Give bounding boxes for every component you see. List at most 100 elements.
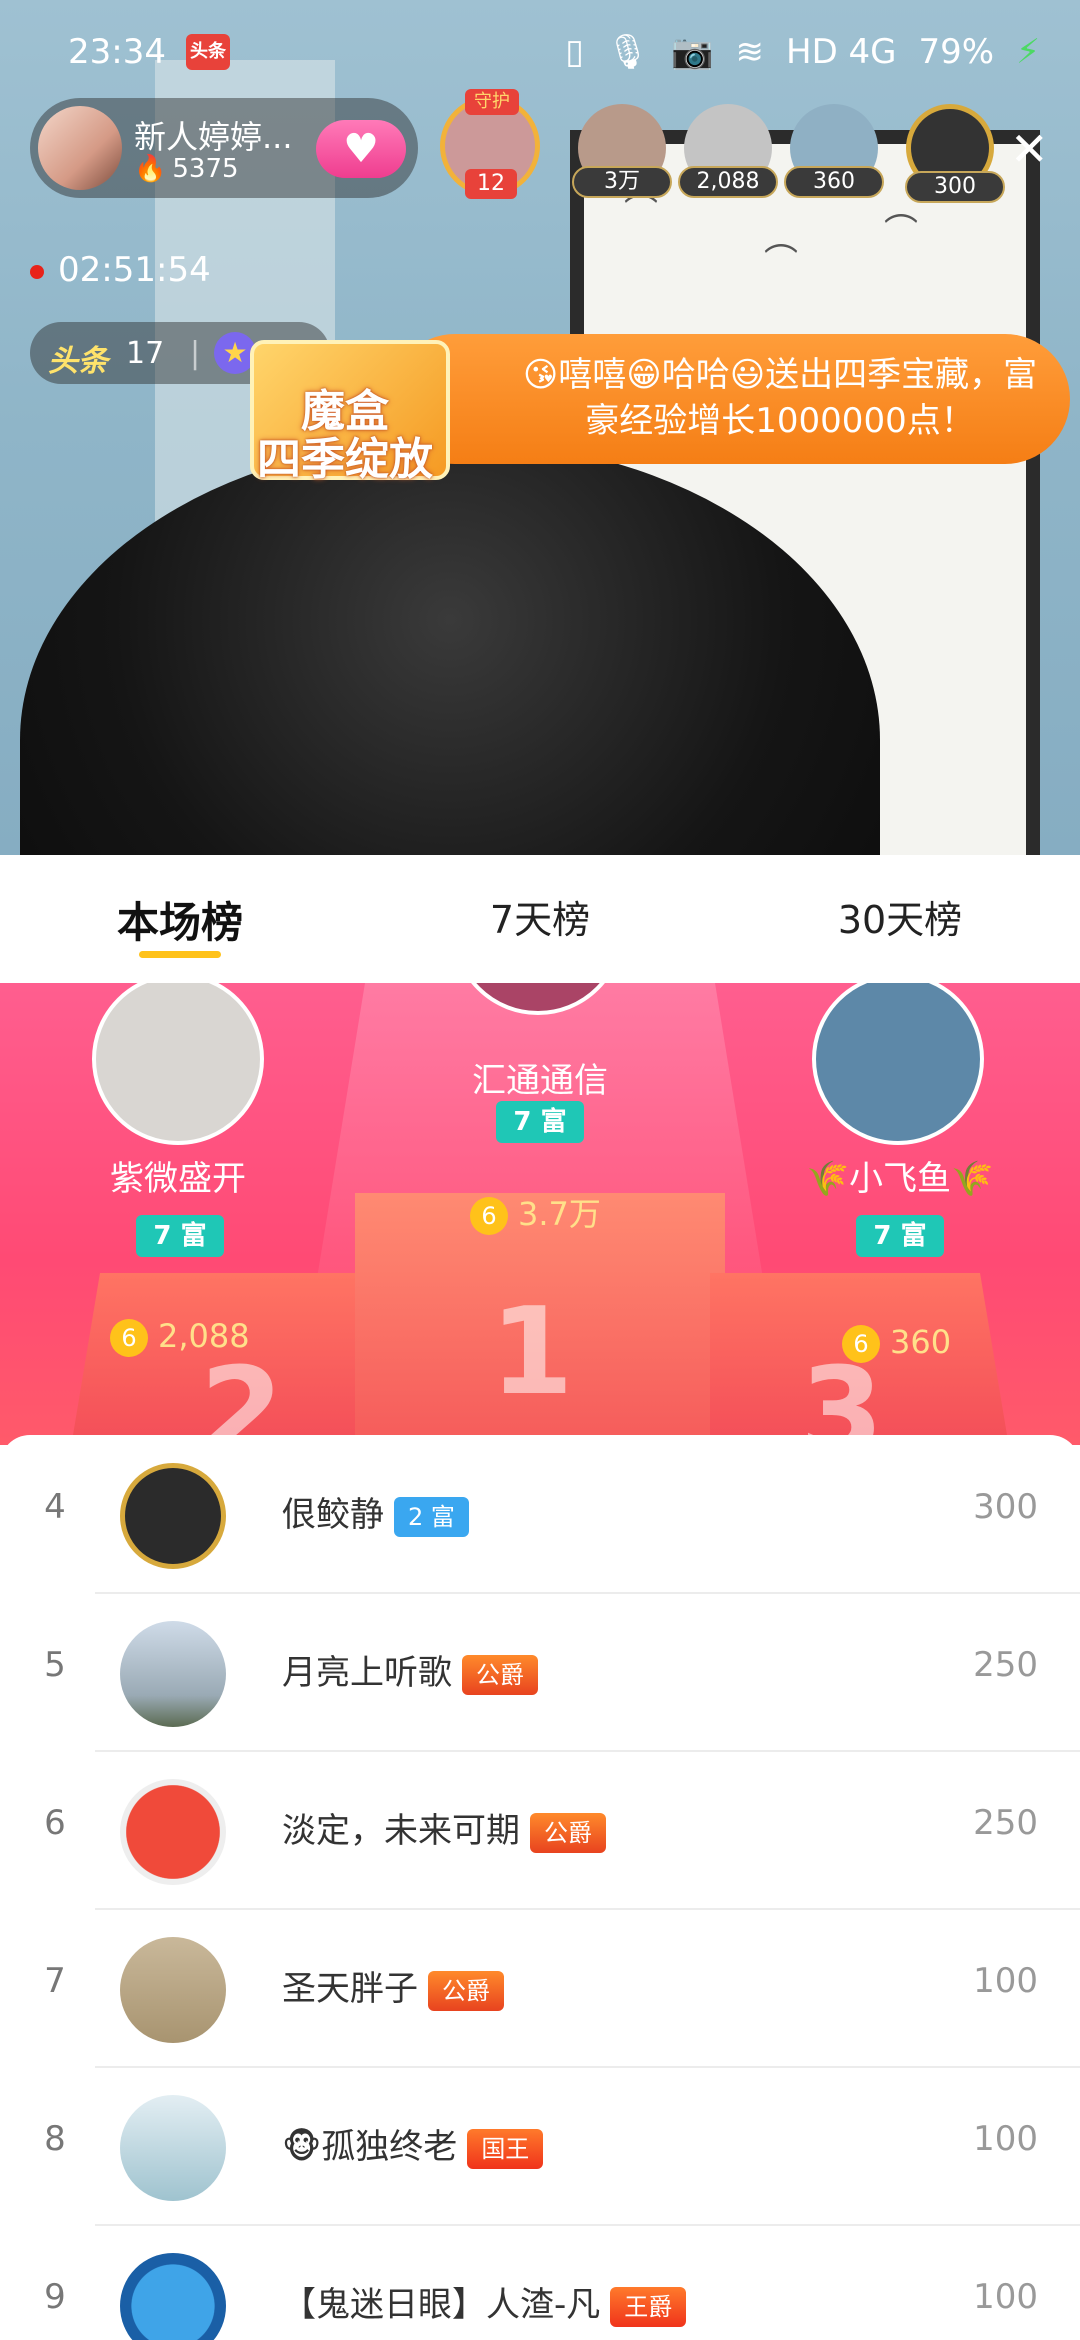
viewer-count: 2,088 — [678, 166, 778, 198]
host-fans-count: 5375 — [172, 154, 239, 184]
system-icons: ▯ 🎙 📷 ≋ HD 4G 79% ⚡ — [565, 32, 1040, 72]
list-item[interactable]: 7 圣天胖子 公爵 100 — [0, 1909, 1080, 2068]
second-place-name: 紫微盛开 — [110, 1159, 246, 1199]
third-place-badge: 7 富 — [856, 1215, 944, 1257]
first-place-score: 6 3.7万 — [470, 1189, 601, 1235]
guard-avatar[interactable]: 守护 12 — [440, 89, 540, 199]
second-place-score: 6 2,088 — [110, 1317, 250, 1357]
viewer-count: 300 — [905, 171, 1005, 203]
viewer-avatar[interactable]: 2,088 — [678, 104, 778, 198]
third-place-name: 🌾小飞鱼🌾 — [806, 1159, 994, 1199]
rich-badge: 2 富 — [394, 1496, 469, 1537]
ranking-list: 4 佷鲛静 2 富 300 5 月亮上听歌 公爵 250 6 淡定，未来可期 公爵 2… — [0, 1435, 1080, 2340]
rank-number: 4 — [44, 1487, 66, 1527]
host-name: 新人婷婷... — [134, 118, 293, 156]
user-avatar[interactable] — [120, 1937, 226, 2043]
second-place-avatar[interactable] — [92, 983, 264, 1145]
user-name: 佷鲛静 2 富 — [282, 1487, 469, 1537]
top-three-podium: 2 1 3 汇通通信 7 富 6 3.7万 紫微盛开 7 富 6 2,088 🌾小飞… — [0, 983, 1080, 1445]
viewer-avatar[interactable]: 3万 — [572, 104, 672, 198]
list-item[interactable]: 4 佷鲛静 2 富 300 — [0, 1435, 1080, 1594]
user-score: 250 — [973, 1803, 1038, 1843]
duke-badge: 公爵 — [428, 1970, 504, 2011]
vibrate-icon: ▯ — [565, 32, 584, 72]
ranking-tabs: 本场榜 7天榜 30天榜 — [0, 855, 1080, 983]
tab-this-session[interactable]: 本场榜 — [0, 855, 360, 983]
host-fans: 🔥 5375 — [134, 154, 239, 184]
user-avatar[interactable] — [120, 2253, 226, 2340]
clock: 23:34 — [68, 32, 166, 72]
king-badge: 国王 — [467, 2128, 544, 2169]
host-avatar[interactable] — [38, 106, 122, 190]
follow-heart-button[interactable]: ♥ — [316, 120, 406, 178]
list-item[interactable]: 9 【鬼迷日眼】人渣-凡 王爵 100 — [0, 2225, 1080, 2340]
coin-icon: 6 — [470, 1197, 508, 1235]
live-timer-value: 02:51:54 — [58, 250, 211, 290]
mic-icon: 🎙 — [605, 32, 650, 72]
user-name: 月亮上听歌 公爵 — [282, 1645, 538, 1695]
duke-badge: 公爵 — [462, 1654, 538, 1695]
user-name: 淡定，未来可期 公爵 — [282, 1803, 606, 1853]
podium-number: 2 — [200, 1343, 284, 1445]
host-info[interactable]: 新人婷婷... 🔥 5375 ♥ — [30, 98, 418, 198]
guard-level: 12 — [465, 169, 517, 199]
list-item[interactable]: 8 🐵孤独终老 国王 100 — [0, 2067, 1080, 2226]
gift-banner[interactable]: 😘嘻嘻😁哈哈😃送出四季宝藏，富豪经验增长1000000点！ — [390, 334, 1070, 464]
rank-number: 5 — [44, 1645, 66, 1685]
user-avatar[interactable] — [120, 1463, 226, 1569]
coin-icon: 6 — [842, 1325, 880, 1363]
gift-message: 😘嘻嘻😁哈哈😃送出四季宝藏，富豪经验增长1000000点！ — [522, 355, 1038, 441]
third-place-score-value: 360 — [890, 1323, 952, 1361]
status-bar: 23:34 头条 ▯ 🎙 📷 ≋ HD 4G 79% ⚡ — [0, 0, 1080, 105]
user-name-text: 圣天胖子 — [282, 1969, 418, 2009]
user-name: 🐵孤独终老 国王 — [282, 2119, 544, 2169]
first-place-badge: 7 富 — [496, 1101, 584, 1143]
user-name-text: 🐵孤独终老 — [282, 2127, 458, 2167]
user-name-text: 淡定，未来可期 — [282, 1811, 520, 1851]
user-avatar[interactable] — [120, 1779, 226, 1885]
user-avatar[interactable] — [120, 2095, 226, 2201]
news-app-icon: 头条 — [186, 34, 230, 70]
third-place-avatar[interactable] — [812, 983, 984, 1145]
viewer-avatar[interactable]: 300 — [905, 104, 1005, 203]
close-icon[interactable]: ✕ — [1010, 122, 1049, 176]
live-room-screen: ⌒ ⌒ ⌒ 23:34 头条 ▯ 🎙 📷 ≋ HD 4G 79% ⚡ 新人婷婷.… — [0, 0, 1080, 2340]
flame-icon: 🔥 — [134, 154, 167, 184]
tab-30-days[interactable]: 30天榜 — [720, 855, 1080, 983]
marquis-badge: 王爵 — [610, 2286, 687, 2327]
camera-icon: 📷 — [671, 32, 714, 72]
toutiao-logo: 头条 — [48, 344, 108, 379]
duke-badge: 公爵 — [530, 1812, 606, 1853]
toutiao-count: 17 — [126, 336, 165, 371]
first-place-score-value: 3.7万 — [518, 1195, 601, 1233]
rank-number: 6 — [44, 1803, 66, 1843]
live-timer: 02:51:54 — [30, 250, 211, 290]
viewer-avatar[interactable]: 360 — [784, 104, 884, 198]
user-name: 圣天胖子 公爵 — [282, 1961, 504, 2011]
battery-label: 79% — [918, 32, 995, 72]
bird-icon: ⌒ — [884, 212, 918, 252]
divider: | — [190, 336, 201, 371]
user-score: 100 — [973, 2277, 1038, 2317]
user-score: 250 — [973, 1645, 1038, 1685]
list-item[interactable]: 5 月亮上听歌 公爵 250 — [0, 1593, 1080, 1752]
user-name-text: 月亮上听歌 — [282, 1653, 452, 1693]
viewer-count: 3万 — [572, 166, 672, 198]
tab-7-days[interactable]: 7天榜 — [360, 855, 720, 983]
user-score: 300 — [973, 1487, 1038, 1527]
first-place-name: 汇通通信 — [472, 1061, 608, 1101]
user-score: 100 — [973, 2119, 1038, 2159]
rank-number: 8 — [44, 2119, 66, 2159]
gift-box-icon: 魔盒 四季绽放 — [230, 300, 460, 510]
list-item[interactable]: 6 淡定，未来可期 公爵 250 — [0, 1751, 1080, 1910]
guard-tag: 守护 — [465, 89, 519, 115]
network-label: HD 4G — [786, 32, 897, 72]
gift-title: 魔盒 四季绽放 — [257, 386, 433, 485]
second-place-score-value: 2,088 — [158, 1317, 250, 1355]
user-name: 【鬼迷日眼】人渣-凡 王爵 — [282, 2277, 687, 2327]
user-name-text: 【鬼迷日眼】人渣-凡 — [282, 2285, 601, 2325]
bird-icon: ⌒ — [764, 242, 798, 282]
third-place-score: 6 360 — [842, 1323, 951, 1363]
coin-icon: 6 — [110, 1319, 148, 1357]
user-avatar[interactable] — [120, 1621, 226, 1727]
